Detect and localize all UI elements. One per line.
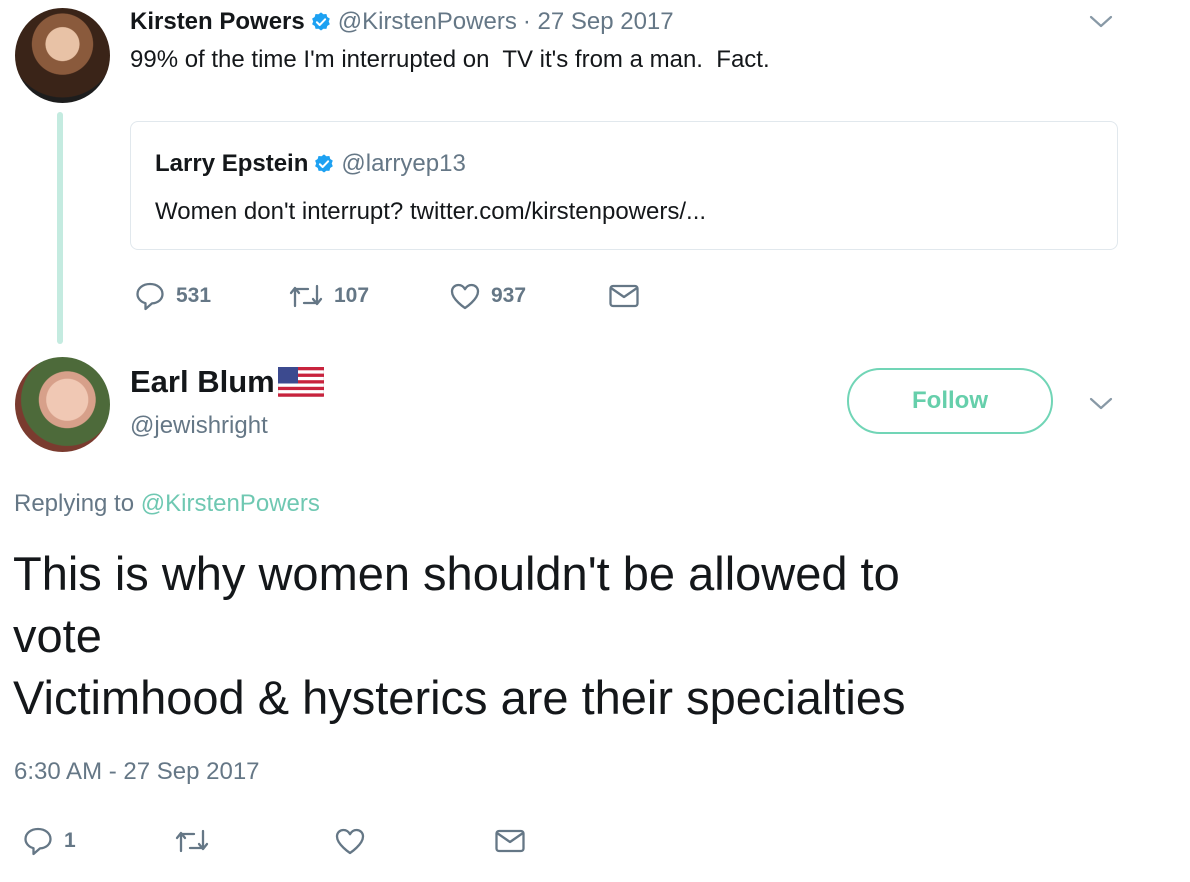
parent-tweet-header: Kirsten Powers @KirstenPowers · 27 Sep 2… bbox=[130, 6, 674, 38]
verified-badge-icon bbox=[311, 12, 330, 31]
kirsten-powers-avatar[interactable] bbox=[15, 8, 110, 103]
thread-connector-line bbox=[57, 112, 63, 344]
replying-to-handle-link[interactable]: @KirstenPowers bbox=[141, 490, 320, 517]
parent-tweet-text: 99% of the time I'm interrupted on TV it… bbox=[130, 46, 770, 73]
earl-blum-avatar[interactable] bbox=[15, 357, 110, 452]
replying-to-prefix: Replying to bbox=[14, 490, 135, 517]
chevron-down-icon[interactable] bbox=[1087, 392, 1115, 414]
direct-message-icon bbox=[609, 284, 639, 308]
parent-tweet-date[interactable]: · 27 Sep 2017 bbox=[523, 8, 674, 36]
parent-author-handle[interactable]: @KirstenPowers bbox=[338, 8, 517, 36]
like-icon bbox=[450, 283, 480, 310]
quoted-tweet-header: Larry Epstein @larryep13 bbox=[155, 150, 466, 178]
direct-message-action[interactable] bbox=[608, 282, 640, 310]
follow-button[interactable]: Follow bbox=[847, 368, 1053, 434]
reply-author-name-row: Earl Blum bbox=[130, 364, 324, 400]
quoted-author-handle: @larryep13 bbox=[341, 150, 466, 177]
quoted-author-name: Larry Epstein bbox=[155, 150, 309, 177]
retweet-icon bbox=[289, 284, 323, 308]
like-action[interactable]: 937 bbox=[449, 281, 526, 311]
like-count: 937 bbox=[491, 284, 527, 307]
reply-author-name[interactable]: Earl Blum bbox=[130, 364, 275, 400]
retweet-action[interactable]: 107 bbox=[288, 281, 369, 311]
reply-count: 531 bbox=[176, 284, 212, 307]
us-flag-icon bbox=[277, 367, 324, 397]
reply-count: 1 bbox=[64, 829, 76, 852]
verified-badge-icon bbox=[315, 154, 334, 173]
quoted-tweet-text: Women don't interrupt? twitter.com/kirst… bbox=[155, 198, 707, 225]
quoted-tweet-card[interactable]: Larry Epstein @larryep13 Women don't int… bbox=[130, 121, 1118, 250]
direct-message-action[interactable] bbox=[494, 827, 526, 855]
direct-message-icon bbox=[495, 829, 525, 853]
reply-timestamp[interactable]: 6:30 AM - 27 Sep 2017 bbox=[14, 758, 260, 786]
reply-text-line: This is why women shouldn't be allowed t… bbox=[13, 547, 900, 600]
retweet-icon bbox=[175, 829, 209, 853]
retweet-action[interactable] bbox=[174, 826, 210, 856]
reply-icon bbox=[136, 282, 164, 311]
reply-icon bbox=[24, 827, 52, 856]
reply-action[interactable]: 1 bbox=[22, 826, 76, 856]
parent-author-name[interactable]: Kirsten Powers bbox=[130, 8, 305, 36]
reply-text-line: vote bbox=[13, 609, 102, 662]
reply-author-handle[interactable]: @jewishright bbox=[130, 412, 268, 440]
reply-text-line: Victimhood & hysterics are their special… bbox=[13, 671, 906, 724]
retweet-count: 107 bbox=[334, 284, 370, 307]
reply-tweet-text: This is why women shouldn't be allowed t… bbox=[13, 543, 1183, 729]
replying-to-line: Replying to @KirstenPowers bbox=[14, 490, 320, 518]
reply-action[interactable]: 531 bbox=[134, 281, 211, 311]
like-action[interactable] bbox=[334, 826, 366, 856]
like-icon bbox=[335, 828, 365, 855]
chevron-down-icon[interactable] bbox=[1087, 10, 1115, 32]
